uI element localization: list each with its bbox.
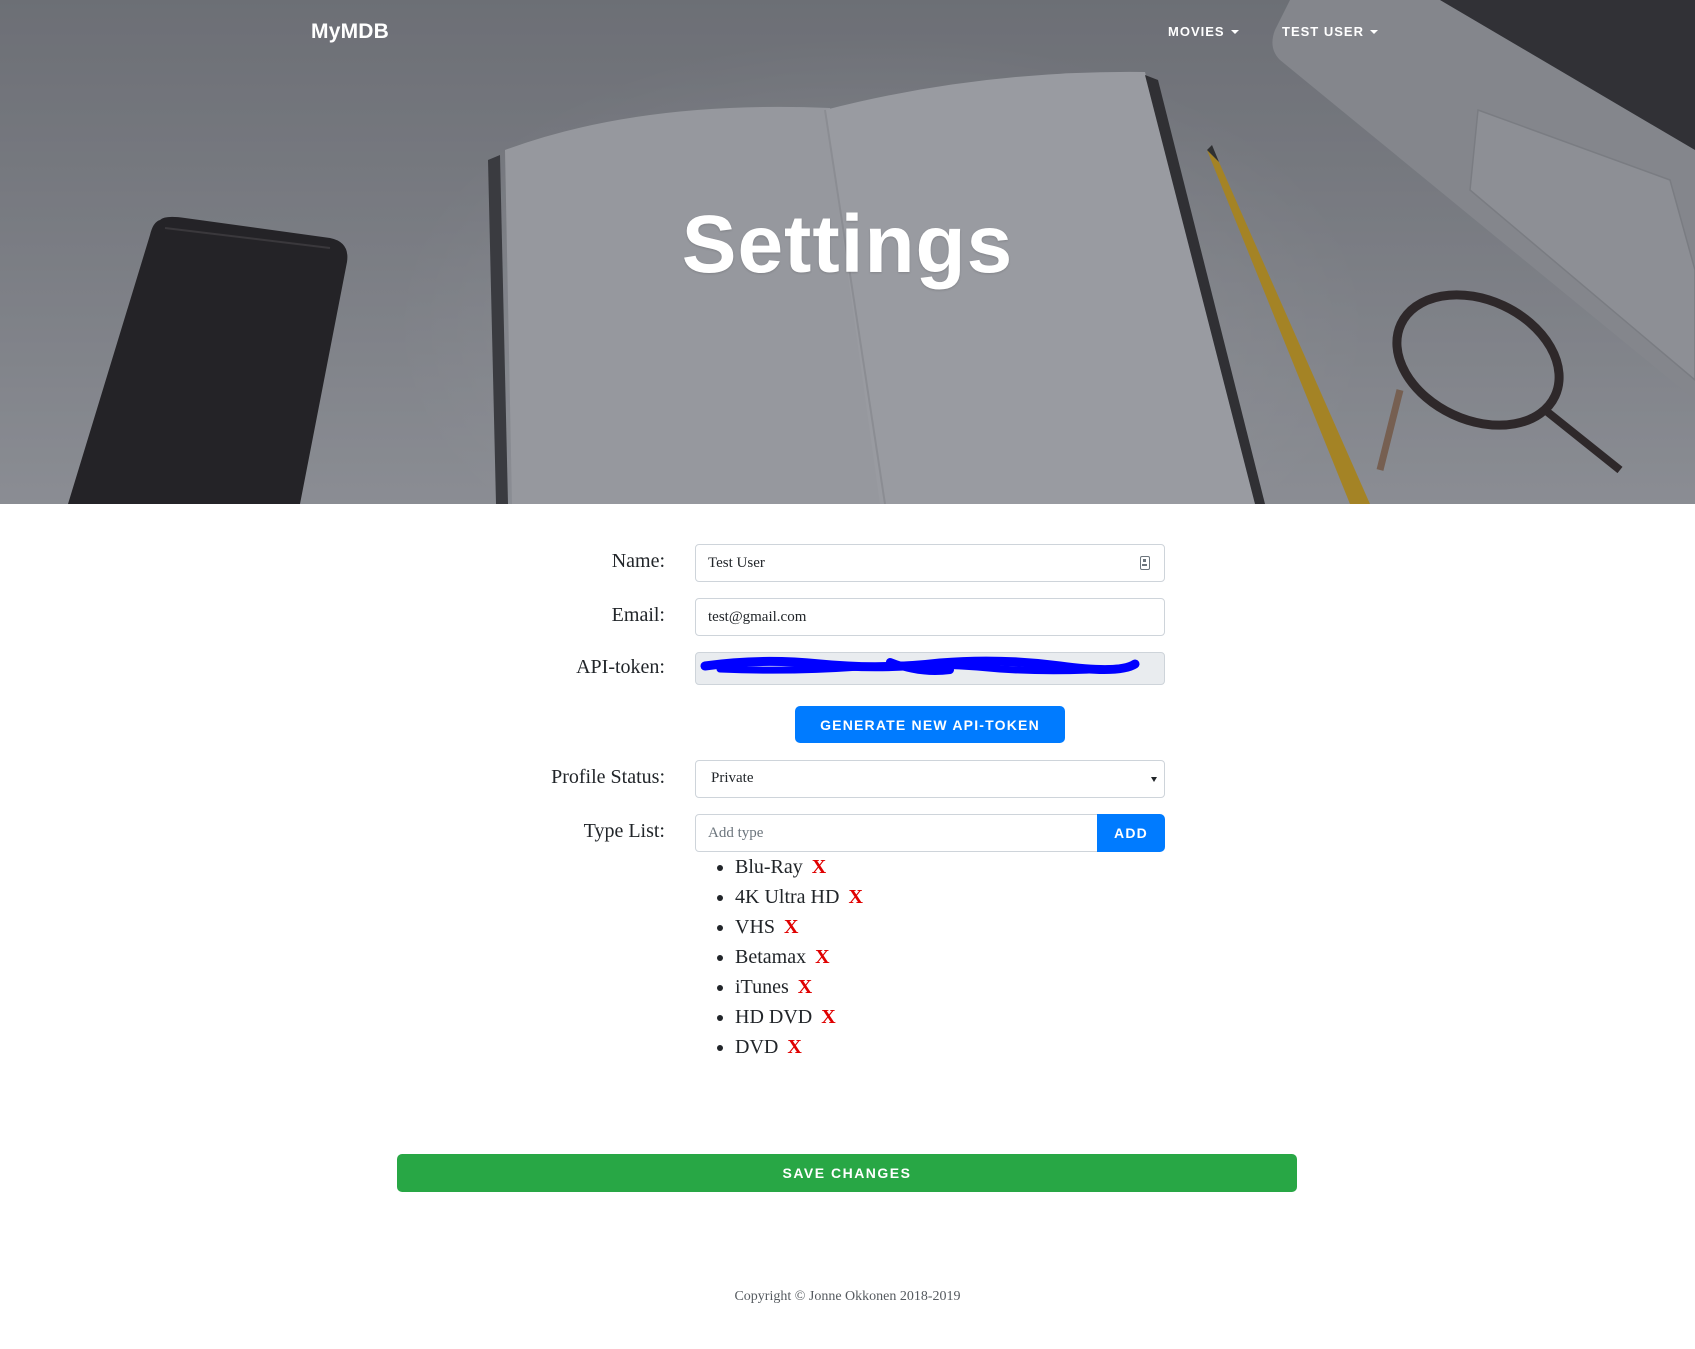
list-item: DVD X (735, 1032, 863, 1062)
name-row: Name: (0, 544, 1695, 582)
hero-header: MyMDB MOVIES TEST USER Settings (0, 0, 1695, 504)
add-type-input[interactable] (695, 814, 1098, 852)
api-token-label: API-token: (576, 656, 665, 678)
type-list: Blu-Ray X 4K Ultra HD X VHS X Betamax X … (695, 852, 863, 1062)
email-row: Email: (0, 598, 1695, 636)
profile-status-value: Private (711, 770, 754, 786)
type-list-row: Type List: ADD (0, 814, 1695, 852)
remove-type-button[interactable]: X (798, 976, 812, 998)
nav-movies-label: MOVIES (1168, 24, 1225, 39)
page-title: Settings (681, 199, 1014, 290)
remove-type-button[interactable]: X (848, 886, 862, 908)
caret-down-icon (1230, 30, 1239, 34)
name-input[interactable] (695, 544, 1165, 582)
remove-type-button[interactable]: X (787, 1036, 801, 1058)
type-name: VHS (735, 916, 776, 938)
add-type-button[interactable]: ADD (1097, 814, 1165, 852)
top-navbar: MyMDB MOVIES TEST USER (0, 0, 1695, 66)
contact-card-icon[interactable] (1140, 556, 1150, 570)
email-input[interactable] (695, 598, 1165, 636)
remove-type-button[interactable]: X (812, 856, 826, 878)
list-item: iTunes X (735, 972, 863, 1002)
generate-api-token-button[interactable]: GENERATE NEW API-TOKEN (795, 706, 1065, 743)
remove-type-button[interactable]: X (815, 946, 829, 968)
save-changes-button[interactable]: SAVE CHANGES (397, 1154, 1297, 1192)
name-label: Name: (611, 550, 665, 572)
list-item: Betamax X (735, 942, 863, 972)
type-list-label: Type List: (583, 820, 665, 842)
remove-type-button[interactable]: X (784, 916, 798, 938)
brand-logo-link[interactable]: MyMDB (311, 20, 389, 44)
list-item: 4K Ultra HD X (735, 882, 863, 912)
profile-status-label: Profile Status: (551, 766, 665, 788)
profile-status-row: Profile Status: Private (0, 760, 1695, 798)
api-token-input[interactable] (695, 652, 1165, 685)
email-label: Email: (611, 604, 665, 626)
nav-user-dropdown[interactable]: TEST USER (1282, 24, 1378, 39)
type-name: DVD (735, 1036, 779, 1058)
remove-type-button[interactable]: X (821, 1006, 835, 1028)
type-name: Blu-Ray (735, 856, 803, 878)
caret-down-icon (1369, 30, 1378, 34)
type-name: iTunes (735, 976, 789, 998)
list-item: HD DVD X (735, 1002, 863, 1032)
list-item: VHS X (735, 912, 863, 942)
type-name: HD DVD (735, 1006, 813, 1028)
nav-movies-dropdown[interactable]: MOVIES (1168, 24, 1239, 39)
dropdown-arrow-icon (1151, 777, 1157, 782)
type-name: 4K Ultra HD (735, 886, 840, 908)
footer-copyright: Copyright © Jonne Okkonen 2018-2019 (734, 1289, 961, 1304)
nav-user-label: TEST USER (1282, 24, 1364, 39)
api-token-row: API-token: (0, 650, 1695, 688)
type-name: Betamax (735, 946, 807, 968)
list-item: Blu-Ray X (735, 852, 863, 882)
profile-status-select[interactable]: Private (695, 760, 1165, 798)
